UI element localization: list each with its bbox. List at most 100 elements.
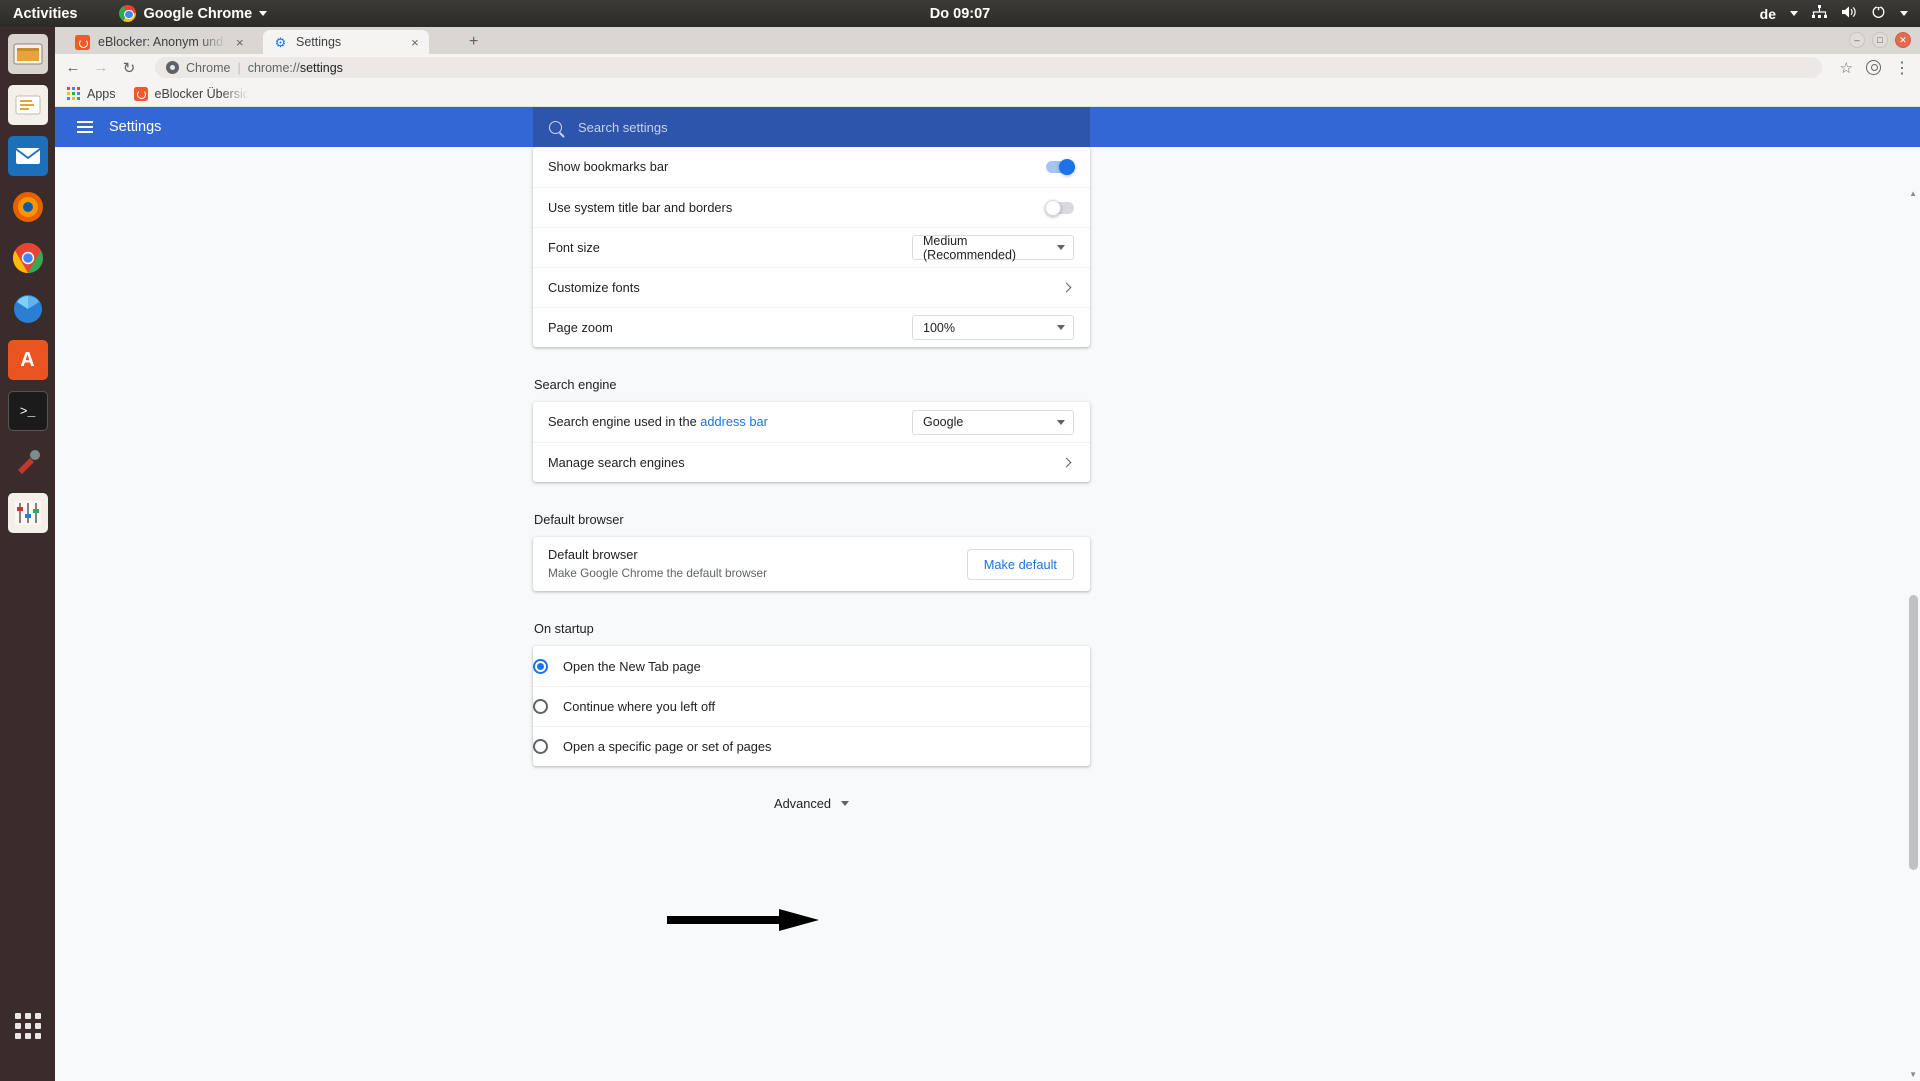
row-label: Default browser Make Google Chrome the d… xyxy=(548,546,767,581)
bookmark-star-icon[interactable]: ☆ xyxy=(1840,59,1853,77)
make-default-button[interactable]: Make default xyxy=(966,548,1074,580)
radio-option-specific-pages[interactable]: Open a specific page or set of pages xyxy=(533,726,1090,766)
chrome-icon xyxy=(119,5,137,22)
settings-column: Show bookmarks bar Use system title bar … xyxy=(533,147,1090,811)
select-value: Google xyxy=(923,415,964,429)
row-default-browser: Default browser Make Google Chrome the d… xyxy=(533,537,1090,591)
avatar[interactable] xyxy=(1866,60,1881,75)
use-system-title-bar-toggle[interactable] xyxy=(1045,199,1074,216)
page-zoom-select[interactable]: 100% xyxy=(912,315,1074,340)
chrome-page-icon xyxy=(166,61,179,74)
row-search-engine-used[interactable]: Search engine used in the address bar Go… xyxy=(533,402,1090,442)
tab-title: Settings xyxy=(296,35,342,49)
chrome-window: eBlocker: Anonym und oh × ⚙ Settings × +… xyxy=(55,27,1920,1081)
power-icon[interactable] xyxy=(1871,4,1886,23)
row-subtitle: Make Google Chrome the default browser xyxy=(548,565,768,580)
scrollbar-thumb[interactable] xyxy=(1909,595,1918,870)
settings-header: Settings Search settings xyxy=(55,107,1920,147)
activities-button[interactable]: Activities xyxy=(13,6,77,22)
row-page-zoom[interactable]: Page zoom 100% xyxy=(533,307,1090,347)
keyboard-layout-indicator[interactable]: de xyxy=(1760,6,1776,22)
dock-item-audio-mixer[interactable] xyxy=(7,493,48,533)
volume-icon[interactable] xyxy=(1841,5,1857,23)
omnibox-separator: | xyxy=(237,60,241,75)
tab-eblocker[interactable]: eBlocker: Anonym und oh × xyxy=(65,30,254,54)
show-bookmarks-bar-toggle[interactable] xyxy=(1046,159,1075,175)
chevron-down-icon xyxy=(1057,419,1065,425)
close-button[interactable]: ✕ xyxy=(1895,32,1911,48)
default-browser-card: Default browser Make Google Chrome the d… xyxy=(533,537,1090,591)
radio-button[interactable] xyxy=(533,658,548,674)
maximize-button[interactable]: □ xyxy=(1872,32,1888,48)
address-bar[interactable]: Chrome | chrome://settings xyxy=(155,57,1822,78)
advanced-expander[interactable]: Advanced xyxy=(533,796,1090,811)
section-title-search-engine: Search engine xyxy=(534,377,617,392)
row-customize-fonts[interactable]: Customize fonts xyxy=(533,267,1090,307)
dock-item-gimp[interactable] xyxy=(8,289,48,329)
bookmark-eblocker[interactable]: eBlocker Übersic xyxy=(133,86,249,101)
tab-settings[interactable]: ⚙ Settings × xyxy=(263,30,429,54)
radio-option-continue[interactable]: Continue where you left off xyxy=(533,686,1090,726)
radio-label: Continue where you left off xyxy=(563,699,716,714)
row-manage-search-engines[interactable]: Manage search engines xyxy=(533,442,1090,482)
hamburger-icon[interactable] xyxy=(77,121,93,133)
chrome-menu-button[interactable]: ⋮ xyxy=(1894,58,1910,78)
apps-grid-icon xyxy=(14,1013,41,1039)
omnibox-url-suffix: settings xyxy=(299,60,343,75)
app-menu-label: Google Chrome xyxy=(143,5,253,22)
dock-item-text-editor[interactable] xyxy=(7,85,48,125)
radio-option-new-tab[interactable]: Open the New Tab page xyxy=(533,646,1090,686)
close-icon[interactable]: × xyxy=(411,36,419,49)
radio-button[interactable] xyxy=(533,699,548,714)
font-size-select[interactable]: Medium (Recommended) xyxy=(912,233,1074,262)
search-input[interactable]: Search settings xyxy=(533,107,1090,147)
chevron-down-icon xyxy=(1790,11,1798,16)
dock-item-firefox[interactable] xyxy=(8,187,48,227)
chevron-down-icon[interactable] xyxy=(1900,11,1908,16)
settings-page: Settings Search settings Show bookmarks … xyxy=(55,107,1920,1081)
scroll-down-arrow[interactable]: ▼ xyxy=(1909,1070,1917,1079)
search-engine-card: Search engine used in the address bar Go… xyxy=(533,402,1090,482)
gnome-top-bar: Activities Google Chrome Do 09:07 de xyxy=(0,0,1920,27)
dock-item-chrome[interactable] xyxy=(8,238,48,278)
page-title: Settings xyxy=(109,119,162,135)
address-bar-link[interactable]: address bar xyxy=(700,414,768,429)
tab-strip: eBlocker: Anonym und oh × ⚙ Settings × +… xyxy=(55,27,1920,54)
row-label: Show bookmarks bar xyxy=(548,159,669,175)
dock-item-mail[interactable] xyxy=(7,136,48,176)
settings-content: Show bookmarks bar Use system title bar … xyxy=(55,147,1920,1081)
scroll-up-arrow[interactable]: ▲ xyxy=(1909,189,1917,198)
app-menu[interactable]: Google Chrome xyxy=(119,5,268,22)
omnibox-url: chrome://settings xyxy=(248,61,343,75)
row-label: Customize fonts xyxy=(548,279,640,295)
clock[interactable]: Do 09:07 xyxy=(930,6,990,22)
row-use-system-title-bar[interactable]: Use system title bar and borders xyxy=(533,187,1090,227)
search-engine-select[interactable]: Google xyxy=(912,409,1074,435)
tab-title: eBlocker: Anonym und oh xyxy=(98,35,226,49)
new-tab-button[interactable]: + xyxy=(469,33,478,51)
show-applications-button[interactable] xyxy=(8,1006,48,1046)
select-value: Medium (Recommended) xyxy=(923,233,1017,262)
bookmark-apps[interactable]: Apps xyxy=(67,87,116,101)
select-value: 100% xyxy=(923,320,955,335)
row-font-size[interactable]: Font size Medium (Recommended) xyxy=(533,227,1090,267)
dock-item-tools[interactable] xyxy=(8,442,48,482)
minimize-button[interactable]: – xyxy=(1849,32,1865,48)
reload-button[interactable]: ↻ xyxy=(121,59,137,77)
section-title-on-startup: On startup xyxy=(534,621,594,636)
row-label: Manage search engines xyxy=(548,454,685,470)
browser-toolbar: ← → ↻ Chrome | chrome://settings ☆ ⋮ xyxy=(55,54,1920,81)
dock-item-terminal[interactable]: >_ xyxy=(7,391,48,431)
row-label: Search engine used in the address bar xyxy=(548,413,768,430)
radio-button[interactable] xyxy=(533,739,548,754)
row-show-bookmarks-bar[interactable]: Show bookmarks bar xyxy=(533,147,1090,187)
back-button[interactable]: ← xyxy=(65,59,81,76)
dock-item-software-center[interactable]: A xyxy=(7,340,48,380)
annotation-arrow xyxy=(667,909,819,931)
gear-icon: ⚙ xyxy=(274,34,287,50)
close-icon[interactable]: × xyxy=(236,36,244,49)
network-icon[interactable] xyxy=(1812,5,1827,22)
dock-item-files[interactable] xyxy=(7,34,48,74)
forward-button[interactable]: → xyxy=(93,59,109,76)
scrollbar-track[interactable]: ▲ ▼ xyxy=(1907,187,1920,1081)
